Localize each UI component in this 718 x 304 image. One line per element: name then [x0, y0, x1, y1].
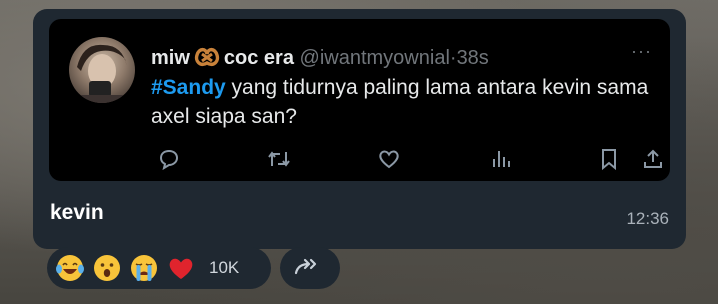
- user-handle[interactable]: @iwantmyownial: [300, 47, 450, 69]
- laughing-tears-emoji[interactable]: [55, 253, 85, 283]
- share-icon[interactable]: [639, 145, 667, 173]
- tweet-body: yang tidurnya paling lama antara kevin s…: [151, 76, 649, 128]
- crying-emoji[interactable]: [129, 253, 159, 283]
- name-suffix[interactable]: coc era: [224, 47, 294, 69]
- reaction-count: 10K: [209, 258, 240, 277]
- pretzel-icon: [194, 45, 220, 73]
- like-icon[interactable]: [375, 145, 403, 173]
- reactions-bar[interactable]: 10K: [47, 247, 271, 289]
- retweet-icon[interactable]: [265, 145, 293, 173]
- tweet-header: miw coc era @iwantmyownial·38s: [151, 45, 658, 69]
- message-timestamp: 12:36: [626, 209, 669, 228]
- bookmark-icon[interactable]: [595, 145, 623, 173]
- tweet-actions: [49, 145, 670, 173]
- message-bubble[interactable]: miw coc era @iwantmyownial·38s ··· #Sand…: [33, 9, 686, 249]
- surprised-emoji[interactable]: [92, 253, 122, 283]
- forward-icon: [294, 258, 317, 275]
- more-options-icon[interactable]: ···: [631, 41, 652, 62]
- hashtag-link[interactable]: #Sandy: [151, 76, 226, 99]
- display-name[interactable]: miw: [151, 47, 190, 69]
- tweet-time[interactable]: 38s: [457, 47, 489, 69]
- forward-button[interactable]: [280, 247, 340, 289]
- avatar[interactable]: [69, 37, 135, 103]
- reply-icon[interactable]: [155, 145, 183, 173]
- separator-dot: ·: [449, 47, 457, 69]
- tweet-text: #Sandy yang tidurnya paling lama antara …: [151, 73, 651, 131]
- message-text: kevin: [50, 201, 104, 224]
- views-icon[interactable]: [487, 145, 515, 173]
- red-heart-emoji[interactable]: [166, 253, 196, 283]
- tweet-card[interactable]: miw coc era @iwantmyownial·38s ··· #Sand…: [49, 19, 670, 181]
